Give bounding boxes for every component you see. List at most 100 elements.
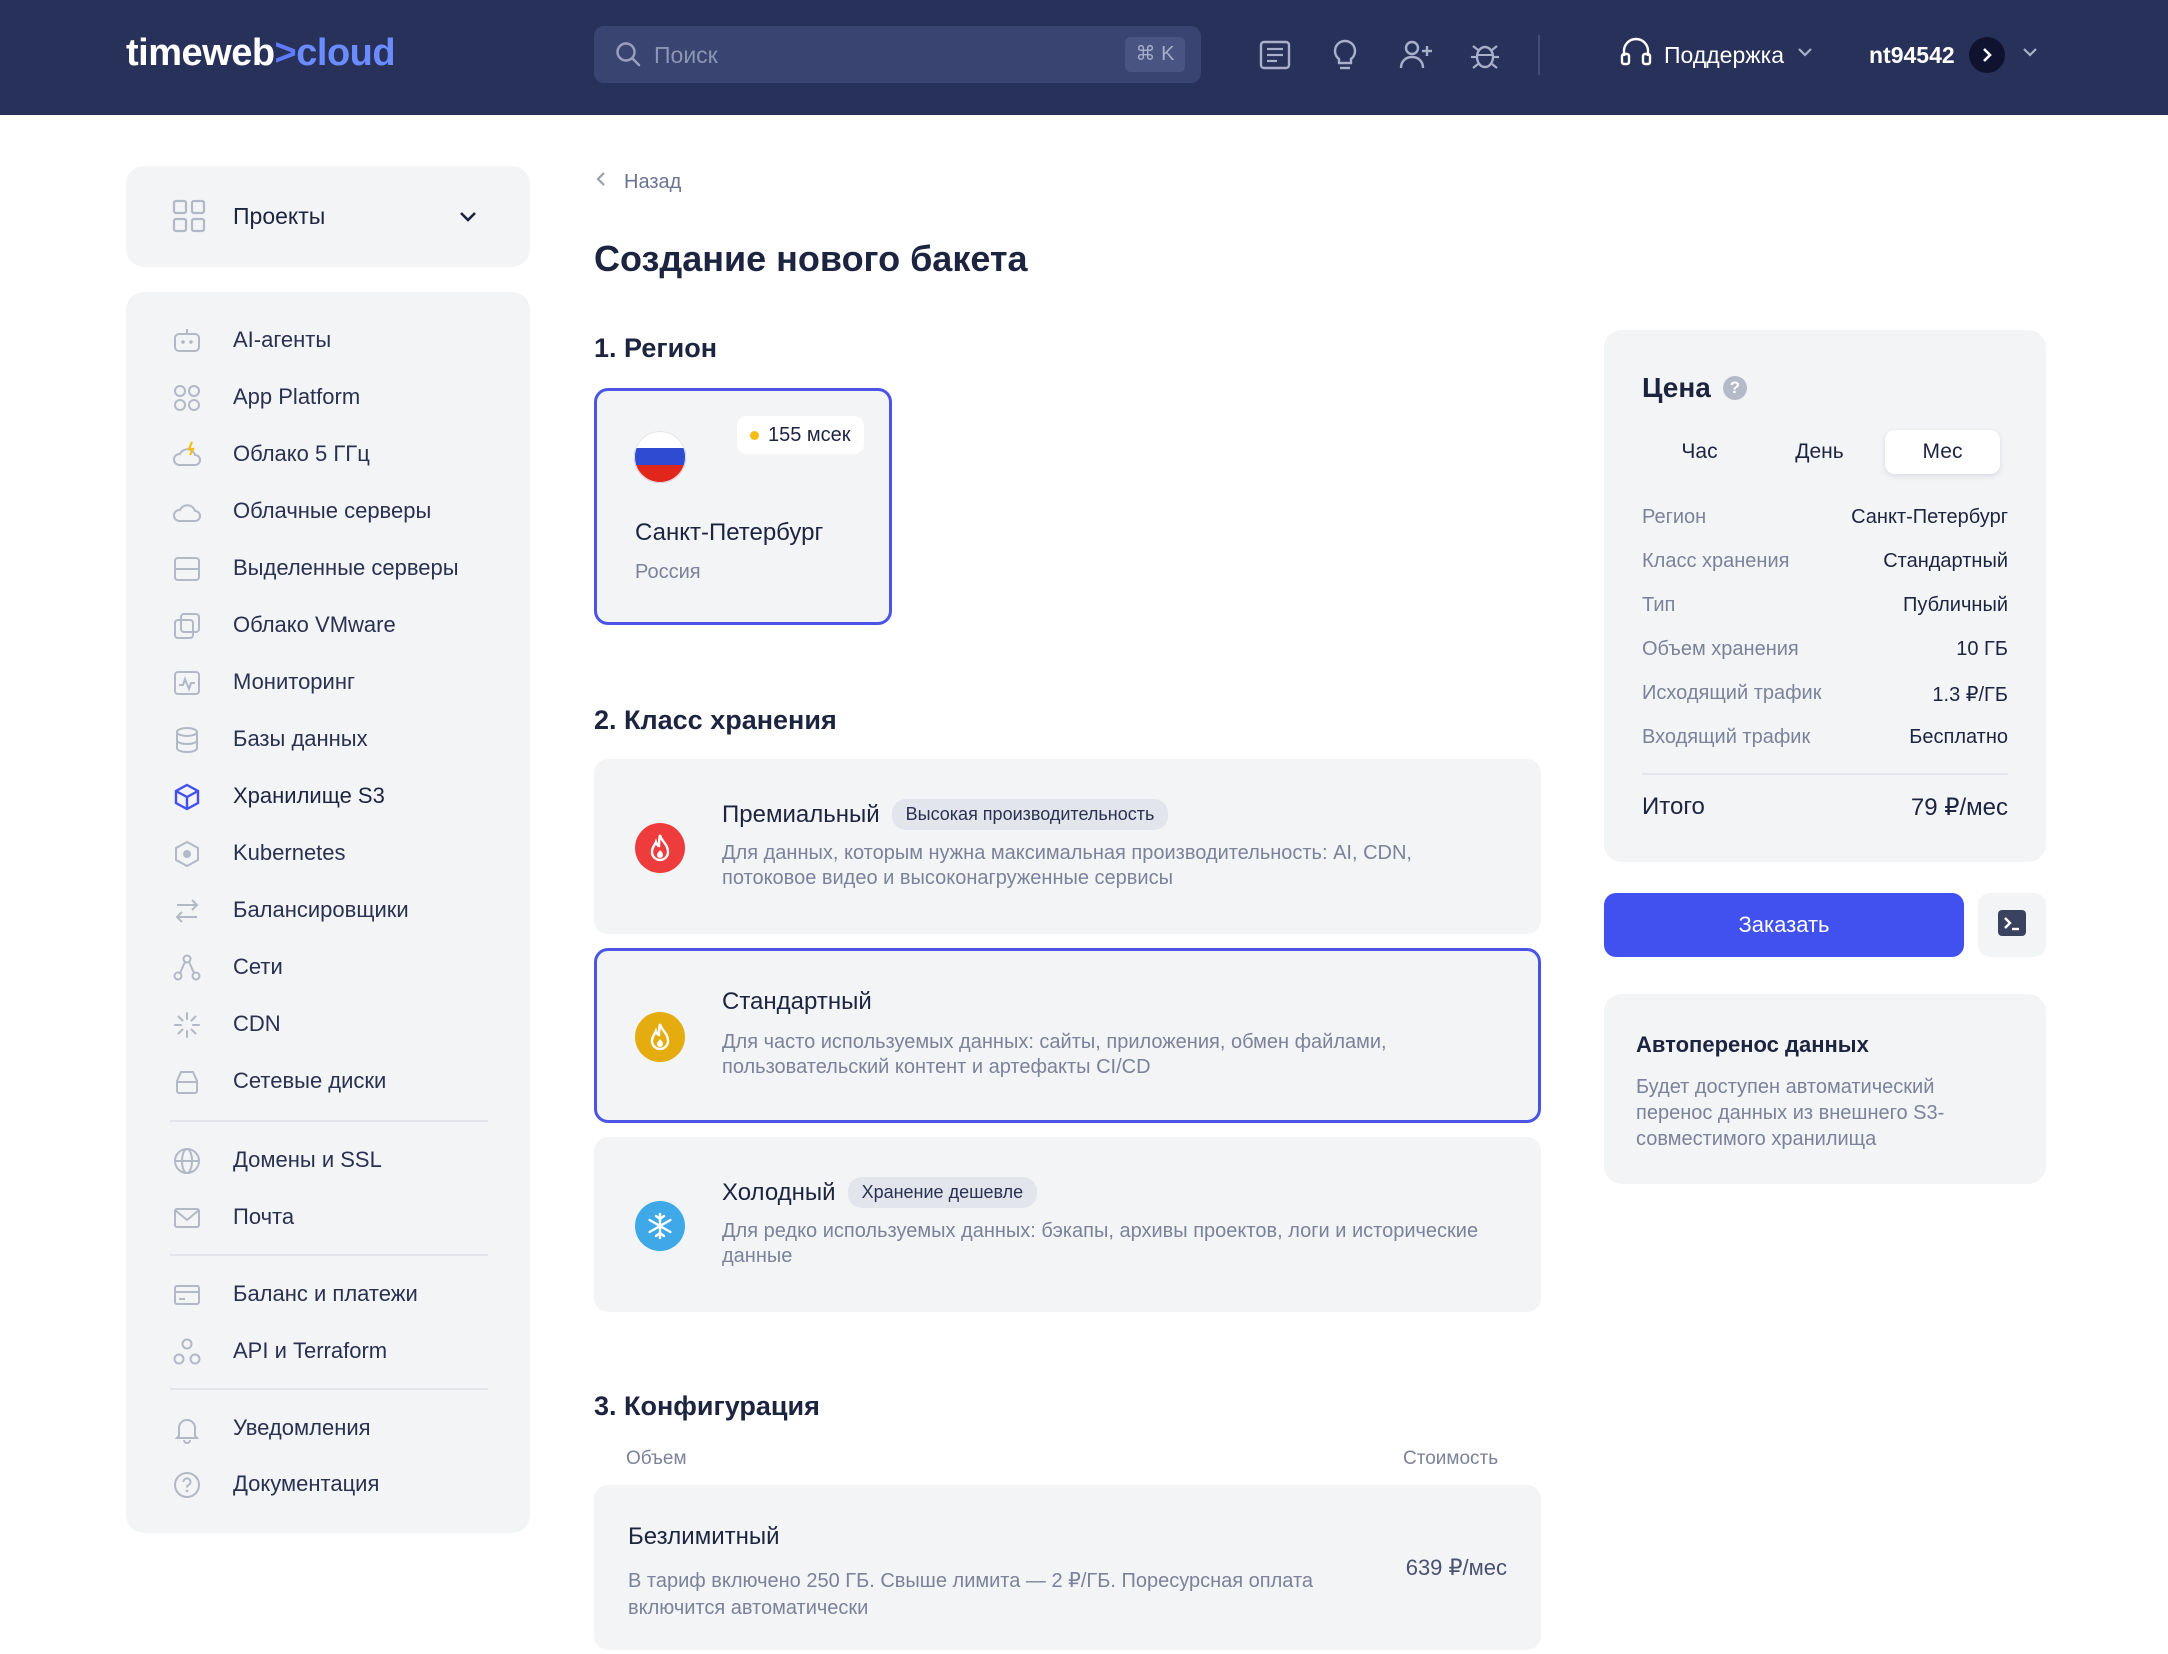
username: nt94542 [1869, 41, 1955, 68]
cloud-icon [172, 497, 202, 527]
ping-badge: 155 мсек [737, 416, 864, 454]
price-divider [1642, 773, 2008, 775]
sidebar-item-documentation[interactable]: Документация [126, 1458, 530, 1510]
sidebar-item-label: Хранилище S3 [233, 783, 385, 808]
bug-icon[interactable] [1466, 36, 1504, 74]
sidebar-item-mail[interactable]: Почта [126, 1191, 530, 1243]
sidebar-item-vmware[interactable]: Облако VMware [126, 599, 530, 651]
storage-class-name: Холодный [722, 1178, 836, 1206]
price-row: Объем хранения 10 ГБ [1642, 638, 2008, 668]
globe-icon [172, 1146, 202, 1176]
storage-class-name: Премиальный [722, 800, 880, 828]
top-bar-divider [1538, 35, 1540, 75]
lightbulb-icon[interactable] [1326, 36, 1364, 74]
server-icon [172, 554, 202, 584]
config-price: 639 ₽/мес [1405, 1555, 1507, 1580]
sidebar-item-domains[interactable]: Домены и SSL [126, 1134, 530, 1186]
autotransfer-desc: Будет доступен автоматический перенос да… [1636, 1076, 1945, 1150]
storage-class-standard[interactable]: Стандартный Для часто используемых данны… [594, 948, 1541, 1123]
projects-dropdown[interactable]: Проекты [126, 166, 530, 267]
cube-icon [172, 782, 202, 812]
storage-class-desc: Для редко используемых данных: бэкапы, а… [722, 1220, 1479, 1267]
period-month[interactable]: Мес [1885, 430, 2000, 474]
sidebar-item-label: Балансировщики [233, 897, 409, 922]
storage-class-desc: Для данных, которым нужна максимальная п… [722, 842, 1412, 889]
sidebar-item-cdn[interactable]: CDN [126, 998, 530, 1050]
fire-icon [635, 1012, 685, 1062]
search-placeholder: Поиск [654, 42, 718, 68]
price-row-value: 1.3 ₽/ГБ [1932, 684, 2008, 706]
sidebar-item-app-platform[interactable]: App Platform [126, 371, 530, 423]
projects-label: Проекты [233, 203, 326, 229]
sidebar-item-kubernetes[interactable]: Kubernetes [126, 827, 530, 879]
help-icon [172, 1470, 202, 1500]
order-button[interactable]: Заказать [1604, 893, 1964, 957]
sidebar-item-s3-storage[interactable]: Хранилище S3 [126, 770, 530, 822]
user-menu[interactable]: nt94542 [1869, 35, 2041, 75]
database-icon [172, 725, 202, 755]
sidebar-divider [170, 1388, 488, 1390]
period-day[interactable]: День [1762, 430, 1877, 474]
chevron-down-icon [456, 204, 480, 233]
price-panel: Цена? Час День Мес Регион Санкт-Петербург… [1604, 330, 2046, 862]
config-col-volume: Объем [626, 1448, 687, 1469]
logo-cloud: cloud [296, 32, 396, 74]
sidebar-item-label: Облако VMware [233, 612, 396, 637]
price-row-value: Публичный [1902, 594, 2008, 616]
storage-class-cold[interactable]: Холодный Хранение дешевле Для редко испол… [594, 1137, 1541, 1312]
period-hour[interactable]: Час [1642, 430, 1757, 474]
sidebar-item-cloud-servers[interactable]: Облачные серверы [126, 485, 530, 537]
sidebar-item-label: Сетевые диски [233, 1068, 387, 1093]
config-name: Безлимитный [628, 1523, 780, 1550]
config-option-unlimited[interactable]: Безлимитный В тариф включено 250 ГБ. Свы… [594, 1485, 1541, 1650]
logo-separator: > [274, 32, 297, 74]
sidebar-divider [170, 1254, 488, 1256]
sidebar-item-label: Kubernetes [233, 840, 346, 865]
sidebar-item-label: Облако 5 ГГц [233, 441, 370, 466]
storage-class-premium[interactable]: Премиальный Высокая производительность Дл… [594, 759, 1541, 934]
top-bar: timeweb>cloud Поиск ⌘ K Поддержка nt9454… [0, 0, 2168, 115]
sidebar-item-cloud-5ghz[interactable]: Облако 5 ГГц [126, 428, 530, 480]
sidebar-item-dedicated-servers[interactable]: Выделенные серверы [126, 542, 530, 594]
search-input[interactable]: Поиск ⌘ K [594, 26, 1201, 83]
autotransfer-card: Автоперенос данных Будет доступен автома… [1604, 994, 2046, 1184]
help-icon[interactable]: ? [1722, 376, 1747, 400]
price-row: Класс хранения Стандартный [1642, 550, 2008, 580]
region-city: Санкт-Петербург [635, 519, 824, 546]
storage-class-badge: Высокая производительность [891, 799, 1169, 830]
russia-flag-icon [634, 431, 686, 483]
sidebar-item-label: Домены и SSL [233, 1147, 382, 1172]
sidebar-item-notifications[interactable]: Уведомления [126, 1402, 530, 1454]
sidebar-item-label: Базы данных [233, 726, 368, 751]
logo[interactable]: timeweb>cloud [126, 32, 396, 75]
storage-class-name: Стандартный [722, 988, 872, 1015]
sidebar-item-billing[interactable]: Баланс и платежи [126, 1268, 530, 1320]
autotransfer-title: Автоперенос данных [1636, 1032, 1869, 1057]
region-card-spb[interactable]: 155 мсек Санкт-Петербург Россия [594, 388, 892, 625]
sidebar-item-label: Баланс и платежи [233, 1281, 418, 1306]
add-user-icon[interactable] [1396, 36, 1434, 74]
sidebar-item-network-disks[interactable]: Сетевые диски [126, 1055, 530, 1107]
back-link[interactable]: Назад [594, 170, 681, 194]
news-icon[interactable] [1256, 36, 1294, 74]
robot-icon [172, 326, 202, 356]
price-row: Исходящий трафик 1.3 ₽/ГБ [1642, 682, 2008, 712]
apps-icon [172, 383, 202, 413]
support-menu[interactable]: Поддержка [1618, 35, 1816, 75]
sidebar: AI-агенты App Platform Облако 5 ГГц Обла… [126, 292, 530, 1533]
terminal-button[interactable] [1978, 893, 2046, 957]
back-label: Назад [624, 170, 682, 193]
price-row-key: Регион [1642, 506, 1707, 528]
sidebar-item-networks[interactable]: Сети [126, 941, 530, 993]
sidebar-item-ai-agents[interactable]: AI-агенты [126, 314, 530, 366]
balancer-icon [172, 896, 202, 926]
sidebar-item-databases[interactable]: Базы данных [126, 713, 530, 765]
sidebar-item-api[interactable]: API и Terraform [126, 1325, 530, 1377]
storage-class-badge: Хранение дешевле [847, 1177, 1038, 1208]
mail-icon [172, 1203, 202, 1233]
sidebar-item-monitoring[interactable]: Мониторинг [126, 656, 530, 708]
sidebar-item-balancers[interactable]: Балансировщики [126, 884, 530, 936]
storage-class-desc: Для часто используемых данных: сайты, пр… [722, 1031, 1387, 1078]
chevron-down-icon [1794, 41, 1816, 69]
price-row-value: Санкт-Петербург [1851, 506, 2008, 528]
